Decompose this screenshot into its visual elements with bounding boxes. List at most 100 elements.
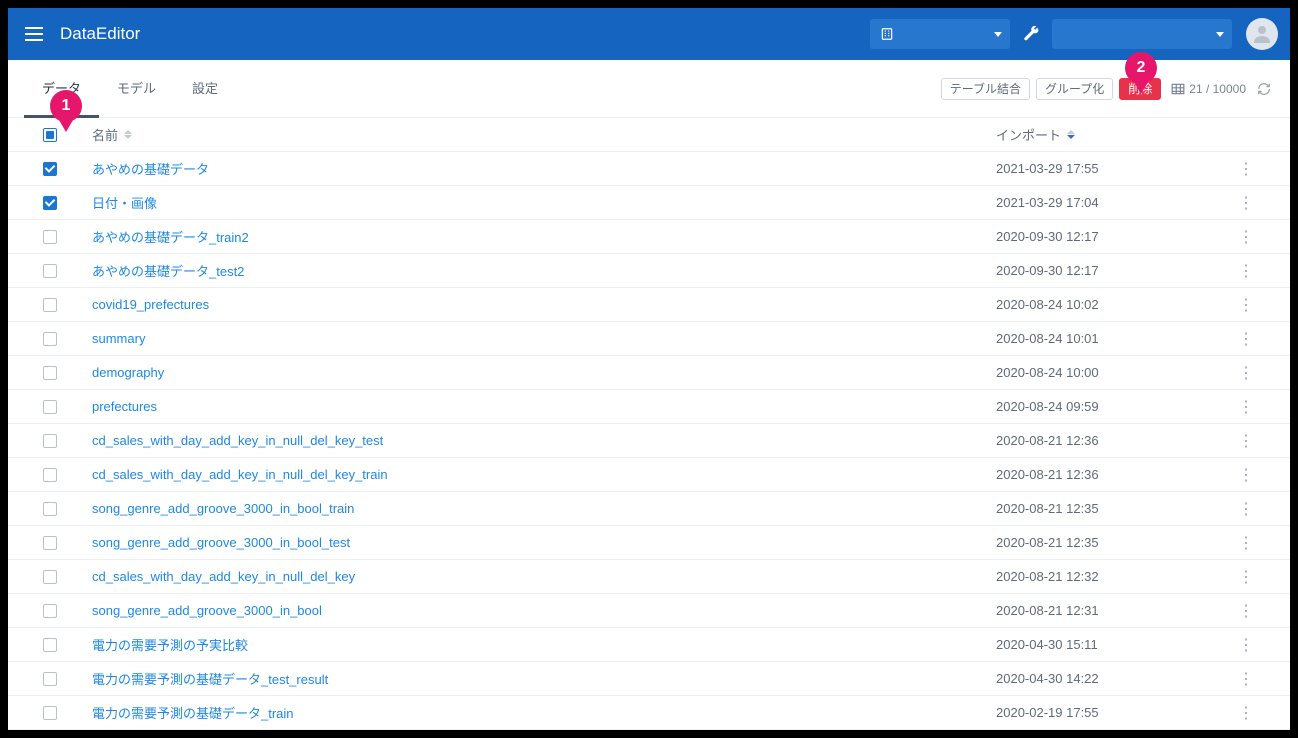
row-menu-kebab-icon[interactable] [1238, 363, 1254, 383]
row-checkbox[interactable] [43, 672, 57, 686]
row-name-link[interactable]: あやめの基礎データ [92, 159, 209, 178]
row-checkbox[interactable] [43, 230, 57, 244]
tool-dropdown[interactable] [1052, 19, 1232, 49]
row-menu-kebab-icon[interactable] [1238, 669, 1254, 689]
row-menu-kebab-icon[interactable] [1238, 159, 1254, 179]
row-date: 2021-03-29 17:55 [996, 161, 1226, 176]
row-name-link[interactable]: song_genre_add_groove_3000_in_bool_train [92, 501, 354, 516]
row-menu-kebab-icon[interactable] [1238, 601, 1254, 621]
chevron-down-icon [994, 32, 1002, 37]
row-date: 2020-08-24 09:59 [996, 399, 1226, 414]
sub-toolbar: データ モデル 設定 テーブル結合 グループ化 削除 21 / 10000 [8, 60, 1290, 118]
row-menu-kebab-icon[interactable] [1238, 499, 1254, 519]
group-button[interactable]: グループ化 [1036, 78, 1113, 100]
table-row: cd_sales_with_day_add_key_in_null_del_ke… [8, 458, 1290, 492]
row-date: 2020-09-30 12:17 [996, 263, 1226, 278]
row-menu-kebab-icon[interactable] [1238, 261, 1254, 281]
table-row: 日付・画像 2021-03-29 17:04 [8, 186, 1290, 220]
table-row: あやめの基礎データ_train22020-09-30 12:17 [8, 220, 1290, 254]
row-name-link[interactable]: summary [92, 331, 145, 346]
row-checkbox[interactable] [43, 332, 57, 346]
row-menu-kebab-icon[interactable] [1238, 397, 1254, 417]
row-date: 2020-08-24 10:01 [996, 331, 1226, 346]
table-row: prefectures 2020-08-24 09:59 [8, 390, 1290, 424]
refresh-button[interactable] [1254, 79, 1274, 99]
row-checkbox[interactable] [43, 502, 57, 516]
annotation-badge-2: 2 [1125, 52, 1157, 84]
row-checkbox[interactable] [43, 706, 57, 720]
annotation-badge-1: 1 [50, 90, 82, 122]
sort-icon [124, 130, 132, 139]
table-row: covid19_prefectures 2020-08-24 10:02 [8, 288, 1290, 322]
wrench-icon [1016, 19, 1046, 49]
row-menu-kebab-icon[interactable] [1238, 227, 1254, 247]
row-menu-kebab-icon[interactable] [1238, 533, 1254, 553]
row-checkbox[interactable] [43, 298, 57, 312]
row-date: 2020-08-21 12:31 [996, 603, 1226, 618]
org-dropdown[interactable] [870, 19, 1010, 49]
row-name-link[interactable]: あやめの基礎データ_train2 [92, 227, 249, 246]
row-checkbox[interactable] [43, 400, 57, 414]
row-checkbox[interactable] [43, 434, 57, 448]
avatar[interactable] [1246, 18, 1278, 50]
row-name-link[interactable]: cd_sales_with_day_add_key_in_null_del_ke… [92, 433, 383, 448]
row-name-link[interactable]: cd_sales_with_day_add_key_in_null_del_ke… [92, 467, 388, 482]
table-row: song_genre_add_groove_3000_in_bool_test2… [8, 526, 1290, 560]
row-date: 2020-02-19 17:55 [996, 705, 1226, 720]
column-header-name[interactable]: 名前 [68, 125, 996, 144]
row-menu-kebab-icon[interactable] [1238, 193, 1254, 213]
row-checkbox[interactable] [43, 264, 57, 278]
row-name-link[interactable]: covid19_prefectures [92, 297, 209, 312]
row-name-link[interactable]: song_genre_add_groove_3000_in_bool [92, 603, 322, 618]
table-row: cd_sales_with_day_add_key_in_null_del_ke… [8, 424, 1290, 458]
row-menu-kebab-icon[interactable] [1238, 295, 1254, 315]
row-name-link[interactable]: 日付・画像 [92, 193, 157, 212]
row-menu-kebab-icon[interactable] [1238, 465, 1254, 485]
row-name-link[interactable]: song_genre_add_groove_3000_in_bool_test [92, 535, 350, 550]
row-checkbox[interactable] [43, 638, 57, 652]
row-date: 2020-08-24 10:00 [996, 365, 1226, 380]
row-counter: 21 / 10000 [1171, 82, 1246, 96]
row-checkbox[interactable] [43, 162, 57, 176]
row-checkbox[interactable] [43, 604, 57, 618]
row-checkbox[interactable] [43, 570, 57, 584]
row-menu-kebab-icon[interactable] [1238, 703, 1254, 723]
row-name-link[interactable]: demography [92, 365, 164, 380]
row-date: 2020-08-21 12:35 [996, 501, 1226, 516]
tab-model[interactable]: モデル [99, 60, 174, 118]
table-row: 電力の需要予測の予実比較2020-04-30 15:11 [8, 628, 1290, 662]
row-name-link[interactable]: 電力の需要予測の基礎データ_train [92, 703, 294, 722]
table-row: 電力の需要予測の基礎データ_test_result 2020-04-30 14:2… [8, 662, 1290, 696]
row-name-link[interactable]: prefectures [92, 399, 157, 414]
table-row: summary 2020-08-24 10:01 [8, 322, 1290, 356]
tab-settings[interactable]: 設定 [174, 60, 236, 118]
row-menu-kebab-icon[interactable] [1238, 635, 1254, 655]
row-name-link[interactable]: あやめの基礎データ_test2 [92, 261, 244, 280]
row-name-link[interactable]: cd_sales_with_day_add_key_in_null_del_ke… [92, 569, 355, 584]
row-checkbox[interactable] [43, 536, 57, 550]
row-menu-kebab-icon[interactable] [1238, 329, 1254, 349]
row-date: 2020-08-24 10:02 [996, 297, 1226, 312]
row-date: 2021-03-29 17:04 [996, 195, 1226, 210]
table-row: cd_sales_with_day_add_key_in_null_del_ke… [8, 560, 1290, 594]
select-all-checkbox[interactable] [43, 128, 57, 142]
table-header: 名前 インポート [8, 118, 1290, 152]
table-row: song_genre_add_groove_3000_in_bool 2020-0… [8, 594, 1290, 628]
column-header-import[interactable]: インポート [996, 125, 1226, 144]
table-body: あやめの基礎データ 2021-03-29 17:55 日付・画像 2021-03-29… [8, 152, 1290, 730]
row-name-link[interactable]: 電力の需要予測の基礎データ_test_result [92, 669, 328, 688]
row-date: 2020-04-30 14:22 [996, 671, 1226, 686]
row-checkbox[interactable] [43, 196, 57, 210]
row-date: 2020-08-21 12:32 [996, 569, 1226, 584]
row-counter-text: 21 / 10000 [1189, 82, 1246, 96]
table-row: song_genre_add_groove_3000_in_bool_train… [8, 492, 1290, 526]
row-checkbox[interactable] [43, 366, 57, 380]
row-menu-kebab-icon[interactable] [1238, 431, 1254, 451]
row-name-link[interactable]: 電力の需要予測の予実比較 [92, 635, 248, 654]
menu-icon[interactable] [20, 20, 48, 48]
row-checkbox[interactable] [43, 468, 57, 482]
table-join-button[interactable]: テーブル結合 [941, 78, 1030, 100]
row-date: 2020-08-21 12:36 [996, 433, 1226, 448]
row-menu-kebab-icon[interactable] [1238, 567, 1254, 587]
row-date: 2020-08-21 12:36 [996, 467, 1226, 482]
